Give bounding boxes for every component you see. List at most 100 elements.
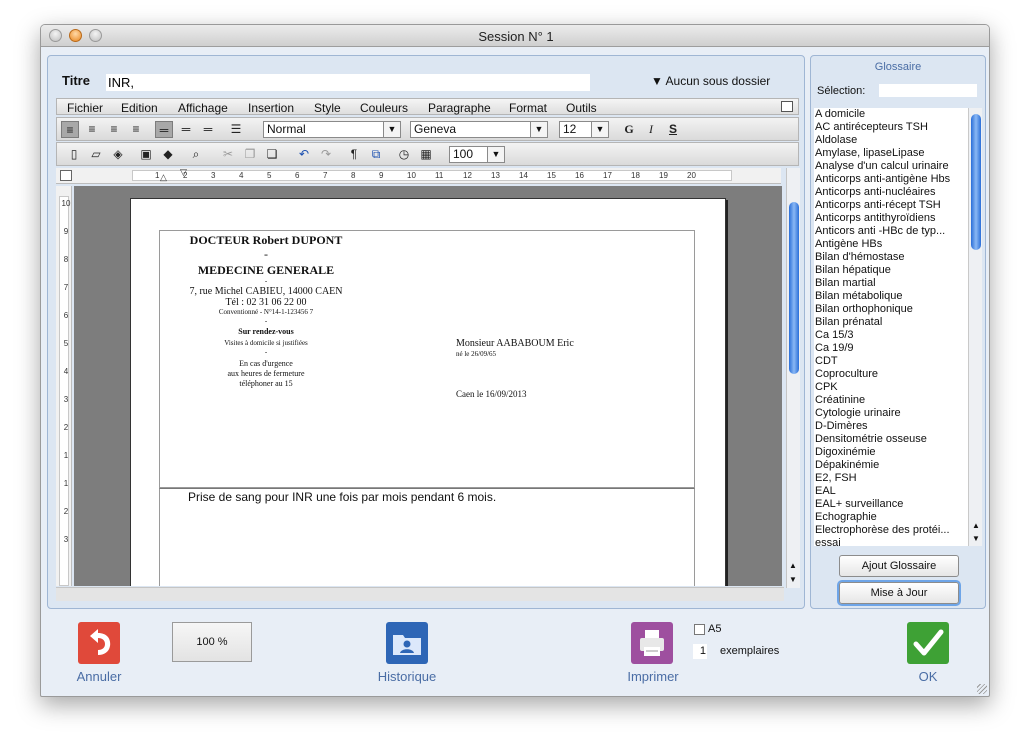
- insert-date-icon[interactable]: ▦: [417, 146, 435, 163]
- print-button[interactable]: [631, 622, 673, 664]
- update-button[interactable]: Mise à Jour: [839, 582, 959, 604]
- paste-icon[interactable]: ❏: [263, 146, 281, 163]
- glossary-scroll-thumb[interactable]: [971, 114, 981, 250]
- menu-paragraphe[interactable]: Paragraphe: [428, 101, 491, 115]
- glossary-item[interactable]: Coproculture: [814, 368, 968, 381]
- copies-input[interactable]: 1: [693, 644, 707, 659]
- print-preview-icon[interactable]: ▣: [137, 146, 155, 163]
- glossary-item[interactable]: Anticors anti -HBc de typ...: [814, 225, 968, 238]
- new-document-icon[interactable]: ▯: [65, 146, 83, 163]
- scroll-up-arrow-icon[interactable]: ▲: [972, 521, 980, 530]
- open-folder-icon[interactable]: ▱: [87, 146, 105, 163]
- collapse-toolbar-icon[interactable]: [781, 101, 793, 112]
- cancel-label[interactable]: Annuler: [66, 669, 132, 684]
- style-select[interactable]: Normal ▼: [263, 121, 401, 138]
- resize-grip-icon[interactable]: [977, 684, 987, 694]
- glossary-item[interactable]: Amylase, lipaseLipase: [814, 147, 968, 160]
- glossary-item[interactable]: Cytologie urinaire: [814, 407, 968, 420]
- strike-button[interactable]: S: [664, 121, 682, 138]
- a5-checkbox[interactable]: [694, 624, 705, 635]
- selection-input[interactable]: [879, 84, 977, 97]
- add-glossary-button[interactable]: Ajout Glossaire: [839, 555, 959, 577]
- glossary-item[interactable]: EAL: [814, 485, 968, 498]
- align-left-icon[interactable]: ≡: [61, 121, 79, 138]
- menu-style[interactable]: Style: [314, 101, 341, 115]
- glossary-item[interactable]: EAL+ surveillance: [814, 498, 968, 511]
- glossary-item[interactable]: Antigène HBs: [814, 238, 968, 251]
- menu-affichage[interactable]: Affichage: [178, 101, 228, 115]
- copy-icon[interactable]: ❐: [241, 146, 259, 163]
- ok-button[interactable]: [907, 622, 949, 664]
- glossary-item[interactable]: Dépakinémie: [814, 459, 968, 472]
- glossary-item[interactable]: CDT: [814, 355, 968, 368]
- document-vertical-scrollbar[interactable]: ▲ ▼: [786, 168, 800, 588]
- italic-button[interactable]: I: [642, 121, 660, 138]
- scroll-up-arrow-icon[interactable]: ▲: [789, 561, 797, 570]
- glossary-item[interactable]: Densitométrie osseuse: [814, 433, 968, 446]
- horizontal-ruler[interactable]: 1 2 3 4 5 6 7 8 9 10 11 12 13 14 15 16 17 18 19 20 △ ▽: [56, 167, 781, 184]
- glossary-item[interactable]: essai: [814, 537, 968, 546]
- glossary-item[interactable]: Analyse d'un calcul urinaire: [814, 160, 968, 173]
- document-horizontal-scrollbar[interactable]: [56, 587, 784, 601]
- first-line-indent-marker-icon[interactable]: ▽: [180, 167, 187, 178]
- font-size-select[interactable]: 12 ▼: [559, 121, 609, 138]
- save-icon[interactable]: ◈: [109, 146, 127, 163]
- align-right-icon[interactable]: ≡: [105, 121, 123, 138]
- pilcrow-icon[interactable]: ¶: [345, 146, 363, 163]
- glossary-item[interactable]: D-Dimères: [814, 420, 968, 433]
- glossary-item[interactable]: AC antirécepteurs TSH: [814, 121, 968, 134]
- titre-input[interactable]: [106, 74, 590, 91]
- document-page[interactable]: DOCTEUR Robert DUPONT - MEDECINE GENERAL…: [130, 198, 726, 586]
- menu-edition[interactable]: Edition: [121, 101, 158, 115]
- tab-stop-icon[interactable]: [60, 170, 72, 181]
- print-icon[interactable]: ◆: [159, 146, 177, 163]
- ok-label[interactable]: OK: [899, 669, 957, 684]
- page-break-icon[interactable]: ⧉: [367, 146, 385, 163]
- undo-icon[interactable]: ↶: [295, 146, 313, 163]
- zoom-select[interactable]: 100 ▼: [449, 146, 505, 163]
- subfolder-dropdown[interactable]: ▼ Aucun sous dossier: [651, 74, 770, 88]
- bullet-list-icon[interactable]: ☰: [227, 121, 245, 138]
- menu-couleurs[interactable]: Couleurs: [360, 101, 408, 115]
- history-button[interactable]: [386, 622, 428, 664]
- align-justify-icon[interactable]: ≡: [127, 121, 145, 138]
- line-spacing-double-icon[interactable]: ═: [199, 121, 217, 138]
- menu-outils[interactable]: Outils: [566, 101, 597, 115]
- glossary-item[interactable]: Echographie: [814, 511, 968, 524]
- font-select[interactable]: Geneva ▼: [410, 121, 548, 138]
- glossary-item[interactable]: A domicile: [814, 108, 968, 121]
- glossary-item[interactable]: Aldolase: [814, 134, 968, 147]
- align-center-icon[interactable]: ≡: [83, 121, 101, 138]
- menu-fichier[interactable]: Fichier: [67, 101, 103, 115]
- find-icon[interactable]: ⌕: [187, 146, 205, 163]
- glossary-item[interactable]: Digoxinémie: [814, 446, 968, 459]
- scroll-thumb[interactable]: [789, 202, 799, 374]
- glossary-item[interactable]: Anticorps anti-récept TSH: [814, 199, 968, 212]
- glossary-item[interactable]: Ca 15/3: [814, 329, 968, 342]
- menu-insertion[interactable]: Insertion: [248, 101, 294, 115]
- glossary-item[interactable]: Anticorps antithyroïdiens: [814, 212, 968, 225]
- glossary-item[interactable]: Bilan prénatal: [814, 316, 968, 329]
- glossary-item[interactable]: Electrophorèse des protéi...: [814, 524, 968, 537]
- glossary-item[interactable]: Créatinine: [814, 394, 968, 407]
- glossary-item[interactable]: Bilan orthophonique: [814, 303, 968, 316]
- scroll-down-arrow-icon[interactable]: ▼: [972, 534, 980, 543]
- left-indent-marker-icon[interactable]: △: [160, 172, 167, 183]
- document-area[interactable]: DOCTEUR Robert DUPONT - MEDECINE GENERAL…: [74, 186, 782, 586]
- glossary-item[interactable]: Anticorps anti-nucléaires: [814, 186, 968, 199]
- cut-icon[interactable]: ✂: [219, 146, 237, 163]
- glossary-scrollbar[interactable]: ▲ ▼: [968, 108, 982, 546]
- glossary-item[interactable]: CPK: [814, 381, 968, 394]
- redo-icon[interactable]: ↷: [317, 146, 335, 163]
- line-spacing-medium-icon[interactable]: ═: [177, 121, 195, 138]
- glossary-item[interactable]: Bilan métabolique: [814, 290, 968, 303]
- glossary-list[interactable]: A domicile AC antirécepteurs TSH Aldolase A…: [814, 108, 968, 546]
- scroll-down-arrow-icon[interactable]: ▼: [789, 575, 797, 584]
- glossary-item[interactable]: Bilan hépatique: [814, 264, 968, 277]
- insert-time-icon[interactable]: ◷: [395, 146, 413, 163]
- print-label[interactable]: Imprimer: [617, 669, 689, 684]
- history-label[interactable]: Historique: [367, 669, 447, 684]
- bold-button[interactable]: G: [620, 121, 638, 138]
- glossary-item[interactable]: Bilan d'hémostase: [814, 251, 968, 264]
- glossary-item[interactable]: Anticorps anti-antigène Hbs: [814, 173, 968, 186]
